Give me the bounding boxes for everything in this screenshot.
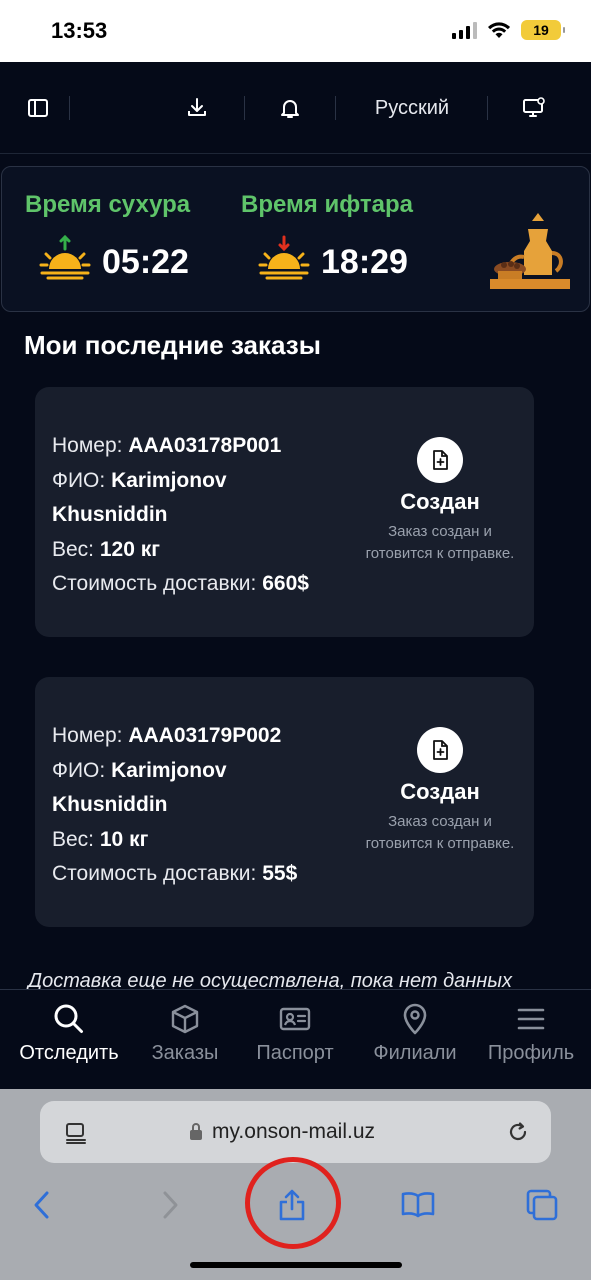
back-button[interactable] [22, 1185, 62, 1225]
menu-icon [517, 1008, 545, 1030]
toolbar-divider [335, 96, 336, 120]
sunrise-icon [39, 235, 91, 280]
chevron-left-icon [34, 1191, 49, 1219]
order-card[interactable]: Номер: AAA03179P002 ФИО: Karimjonov Khus… [35, 677, 534, 927]
download-icon [188, 98, 206, 116]
order-name-last: Khusniddin [52, 503, 168, 526]
sunset-icon [258, 235, 310, 280]
box-icon [171, 1004, 199, 1034]
order-weight-label: Вес: [52, 827, 95, 851]
order-details: Номер: AAA03179P002 ФИО: Karimjonov Khus… [52, 719, 362, 892]
nav-branches-label: Филиали [373, 1042, 457, 1064]
battery-indicator: 19 [521, 20, 565, 40]
nav-track[interactable]: Отследить [10, 1002, 128, 1065]
cellular-signal-icon [452, 21, 477, 39]
language-selector[interactable]: Русский [362, 90, 462, 126]
url-text: my.onson-mail.uz [212, 1120, 375, 1143]
document-add-icon [417, 437, 463, 483]
order-status-label: Создан [400, 489, 480, 514]
nav-orders[interactable]: Заказы [140, 1002, 230, 1065]
lock-icon [190, 1123, 202, 1140]
nav-passport-label: Паспорт [256, 1042, 334, 1064]
home-indicator [190, 1262, 402, 1268]
order-cost: 660$ [262, 572, 309, 595]
order-status-label: Создан [400, 779, 480, 804]
sidebar-toggle-button[interactable] [20, 90, 56, 126]
bookmarks-button[interactable] [398, 1185, 438, 1225]
suhur-label: Время сухура [25, 191, 191, 218]
order-status: Создан Заказ создан и готовится к отправ… [365, 437, 515, 565]
status-icons: 19 [452, 20, 565, 40]
suhur-time: 05:22 [102, 243, 189, 281]
page-menu-icon[interactable] [64, 1121, 88, 1145]
id-card-icon [279, 1007, 311, 1031]
search-icon [54, 1004, 83, 1033]
order-weight: 120 кг [99, 537, 161, 561]
order-number: AAA03178P001 [128, 434, 282, 457]
toolbar-divider [244, 96, 245, 120]
monitor-settings-icon [523, 97, 545, 117]
forward-button[interactable] [150, 1185, 190, 1225]
order-name-label: ФИО: [52, 758, 106, 782]
map-pin-icon [403, 1003, 427, 1035]
order-details: Номер: AAA03178P001 ФИО: Karimjonov Khus… [52, 429, 362, 602]
ramadan-times-card: Время сухура 05:22 Время ифтара 18:29 [1, 166, 590, 312]
order-name-first: Karimjonov [111, 758, 227, 782]
order-status-description: Заказ создан и готовится к отправке. [365, 813, 515, 852]
bell-icon [281, 100, 299, 118]
status-time: 13:53 [51, 18, 108, 43]
wifi-icon [488, 22, 510, 38]
order-name-last: Khusniddin [52, 793, 168, 816]
tabs-icon [526, 1189, 558, 1221]
document-add-icon [417, 727, 463, 773]
toolbar-divider [69, 96, 70, 120]
sidebar-icon [28, 99, 48, 117]
order-weight: 10 кг [99, 827, 149, 851]
recent-orders-title: Мои последние заказы [24, 330, 321, 360]
top-toolbar: Русский [0, 62, 591, 154]
order-cost: 55$ [262, 862, 298, 885]
address-bar[interactable]: my.onson-mail.uz [40, 1101, 551, 1163]
theme-settings-button[interactable] [516, 90, 552, 126]
status-bar: 13:53 19 [0, 0, 591, 62]
order-status-description: Заказ создан и готовится к отправке. [365, 523, 515, 562]
order-cost-label: Стоимость доставки: [52, 862, 257, 885]
nav-orders-label: Заказы [151, 1042, 219, 1064]
chevron-right-icon [163, 1191, 178, 1219]
toolbar-divider [487, 96, 488, 120]
app-viewport: Русский Время сухура 05:22 Время ифтара … [0, 62, 591, 1089]
order-status: Создан Заказ создан и готовится к отправ… [365, 727, 515, 855]
nav-passport[interactable]: Паспорт [240, 1002, 350, 1065]
notifications-button[interactable] [272, 90, 308, 126]
nav-profile[interactable]: Профиль [478, 1002, 584, 1065]
bottom-navigation: Отследить Заказы Паспорт Филиали Профиль [0, 989, 591, 1089]
order-number-label: Номер: [52, 434, 123, 457]
order-cost-label: Стоимость доставки: [52, 572, 257, 595]
order-name-label: ФИО: [52, 468, 106, 492]
order-weight-label: Вес: [52, 537, 95, 561]
nav-profile-label: Профиль [487, 1042, 575, 1064]
iftar-time: 18:29 [321, 243, 408, 281]
order-number: AAA03179P002 [128, 724, 282, 747]
download-button[interactable] [179, 90, 215, 126]
nav-branches[interactable]: Филиали [362, 1002, 468, 1065]
order-number-label: Номер: [52, 724, 123, 747]
iftar-label: Время ифтара [241, 191, 413, 218]
order-card[interactable]: Номер: AAA03178P001 ФИО: Karimjonov Khus… [35, 387, 534, 637]
ramadan-teapot-illustration [490, 213, 570, 289]
tabs-button[interactable] [522, 1185, 562, 1225]
book-icon [401, 1192, 435, 1218]
order-name-first: Karimjonov [111, 468, 227, 492]
highlight-circle [245, 1157, 341, 1249]
nav-track-label: Отследить [19, 1042, 119, 1064]
reload-icon[interactable] [506, 1120, 530, 1144]
